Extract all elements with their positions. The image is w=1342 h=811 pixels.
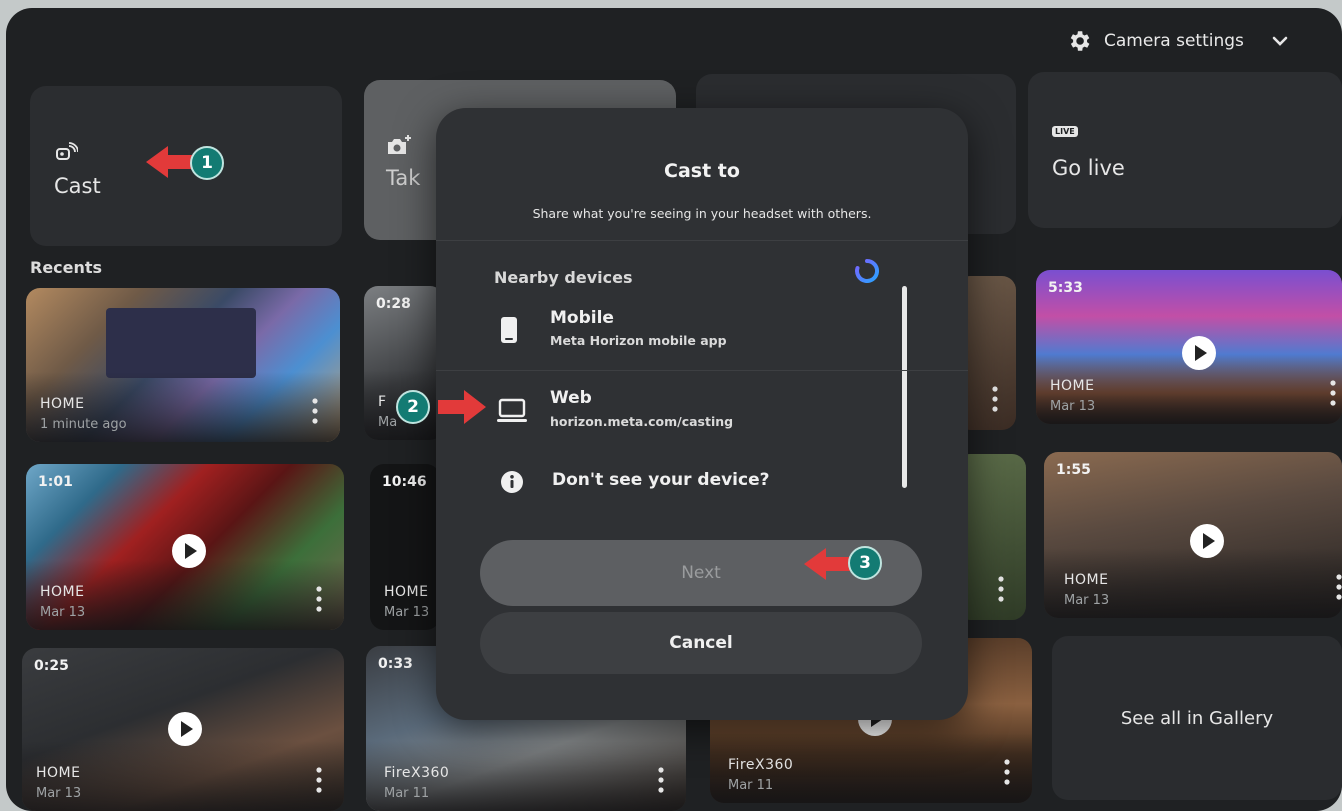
tile-date: Mar 13 xyxy=(1064,593,1110,608)
device-help-item[interactable]: Don't see your device? xyxy=(476,458,896,508)
step-badge-1: 1 xyxy=(190,146,224,180)
device-list-scrollbar[interactable] xyxy=(902,286,907,488)
recent-tile-7[interactable]: 0:25 HOME Mar 13 xyxy=(22,648,344,811)
recent-tile-3[interactable]: 5:33 HOME Mar 13 xyxy=(1036,270,1342,424)
step-badge-3: 3 xyxy=(848,546,882,580)
chevron-down-icon xyxy=(1272,36,1288,46)
camera-settings-label: Camera settings xyxy=(1104,31,1244,51)
help-label: Don't see your device? xyxy=(552,470,770,490)
tile-app: HOME xyxy=(36,765,81,781)
nearby-devices-heading: Nearby devices xyxy=(494,268,633,287)
more-options-icon[interactable] xyxy=(658,767,664,793)
tile-app: FireX360 xyxy=(384,765,450,781)
tile-date: Mar 11 xyxy=(384,786,430,801)
step-badge-2: 2 xyxy=(396,390,430,424)
recent-tile-1[interactable]: HOME 1 minute ago xyxy=(26,288,340,442)
tile-app: FireX360 xyxy=(728,757,794,773)
tile-duration: 10:46 xyxy=(382,474,427,490)
divider xyxy=(436,370,968,371)
play-icon[interactable] xyxy=(172,534,206,568)
more-options-icon[interactable] xyxy=(312,398,318,424)
device-item-mobile[interactable]: Mobile Meta Horizon mobile app xyxy=(476,296,896,360)
tile-duration: 1:55 xyxy=(1056,462,1091,478)
tile-date: Mar 13 xyxy=(384,605,430,620)
dialog-title: Cast to xyxy=(664,160,740,182)
device-subtitle: horizon.meta.com/casting xyxy=(550,414,734,429)
tile-app: HOME xyxy=(1064,572,1109,588)
more-options-icon[interactable] xyxy=(316,767,322,793)
arrow-right-icon xyxy=(438,390,486,424)
camera-panel: Camera settings Cast Tak LIVE Go live Re… xyxy=(6,8,1342,811)
more-options-icon[interactable] xyxy=(992,386,998,412)
tile-date: Mar 13 xyxy=(1050,399,1096,414)
device-item-web[interactable]: Web horizon.meta.com/casting xyxy=(476,378,896,442)
tile-app: F xyxy=(378,394,387,410)
cast-dialog: Cast to Share what you're seeing in your… xyxy=(436,108,968,720)
more-options-icon[interactable] xyxy=(1004,759,1010,785)
more-options-icon[interactable] xyxy=(1330,380,1336,406)
tile-date: Mar 13 xyxy=(36,786,82,801)
cancel-button[interactable]: Cancel xyxy=(480,612,922,674)
go-live-label: Go live xyxy=(1052,156,1125,180)
tile-date: 1 minute ago xyxy=(40,417,127,432)
phone-icon xyxy=(501,317,517,343)
recents-heading: Recents xyxy=(30,258,103,277)
tile-date: Mar 13 xyxy=(40,605,86,620)
camera-settings-menu[interactable]: Camera settings xyxy=(1066,28,1290,54)
device-subtitle: Meta Horizon mobile app xyxy=(550,333,727,348)
tile-date: Mar 11 xyxy=(728,778,774,793)
tile-app: HOME xyxy=(40,584,85,600)
tile-date: Ma xyxy=(378,415,398,430)
tile-duration: 0:28 xyxy=(376,296,411,312)
go-live-card[interactable]: LIVE Go live xyxy=(1028,72,1342,228)
dialog-subtitle: Share what you're seeing in your headset… xyxy=(532,206,872,221)
recent-tile-5[interactable]: 10:46 HOME Mar 13 xyxy=(370,464,440,630)
cast-icon xyxy=(56,142,78,160)
live-icon: LIVE xyxy=(1052,126,1078,137)
tile-thumbnail xyxy=(106,308,256,378)
tile-app: HOME xyxy=(384,584,429,600)
see-all-gallery-button[interactable]: See all in Gallery xyxy=(1052,636,1342,800)
cast-label: Cast xyxy=(54,174,101,198)
tile-duration: 0:25 xyxy=(34,658,69,674)
tile-duration: 0:33 xyxy=(378,656,413,672)
info-icon xyxy=(501,471,523,493)
gear-icon xyxy=(1070,31,1090,51)
more-options-icon[interactable] xyxy=(1336,574,1342,600)
loading-spinner-icon xyxy=(855,258,880,283)
device-name: Mobile xyxy=(550,308,614,328)
more-options-icon[interactable] xyxy=(316,586,322,612)
play-icon[interactable] xyxy=(168,712,202,746)
device-name: Web xyxy=(550,388,592,408)
recent-tile-6[interactable]: 1:55 HOME Mar 13 xyxy=(1044,452,1342,618)
take-label: Tak xyxy=(386,166,421,190)
tile-app: HOME xyxy=(1050,378,1095,394)
tile-app: HOME xyxy=(40,396,85,412)
recent-tile-4[interactable]: 1:01 HOME Mar 13 xyxy=(26,464,344,630)
tile-duration: 5:33 xyxy=(1048,280,1083,296)
play-icon[interactable] xyxy=(1190,524,1224,558)
tile-duration: 1:01 xyxy=(38,474,73,490)
more-options-icon[interactable] xyxy=(998,576,1004,602)
play-icon[interactable] xyxy=(1182,336,1216,370)
divider xyxy=(436,240,968,241)
camera-plus-icon xyxy=(388,135,411,154)
laptop-icon xyxy=(497,398,527,422)
